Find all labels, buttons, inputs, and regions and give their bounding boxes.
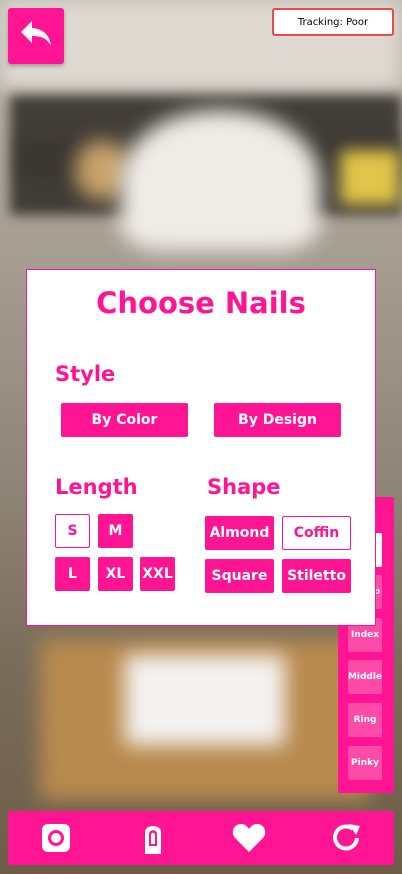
heart-icon[interactable] bbox=[229, 818, 269, 858]
bottom-toolbar bbox=[8, 811, 394, 865]
shape-coffin-button[interactable]: Coffin bbox=[282, 516, 351, 550]
length-l-button[interactable]: L bbox=[55, 557, 90, 591]
finger-middle-button[interactable]: Middle bbox=[348, 660, 382, 694]
tracking-status: Tracking: Poor bbox=[272, 8, 394, 36]
finger-ring-button[interactable]: Ring bbox=[348, 703, 382, 737]
length-s-button[interactable]: S bbox=[55, 514, 90, 548]
choose-nails-panel: Choose Nails Style By Color By Design Le… bbox=[26, 269, 376, 626]
back-button[interactable] bbox=[8, 8, 64, 64]
shape-stiletto-button[interactable]: Stiletto bbox=[282, 559, 351, 593]
length-m-button[interactable]: M bbox=[98, 514, 133, 548]
shape-square-button[interactable]: Square bbox=[205, 559, 274, 593]
shape-almond-button[interactable]: Almond bbox=[205, 516, 274, 550]
length-xxl-button[interactable]: XXL bbox=[140, 557, 175, 591]
finger-pinky-button[interactable]: Pinky bbox=[348, 746, 382, 780]
length-label: Length bbox=[55, 475, 138, 499]
by-color-button[interactable]: By Color bbox=[61, 403, 188, 437]
panel-title: Choose Nails bbox=[96, 286, 306, 320]
length-xl-button[interactable]: XL bbox=[98, 557, 133, 591]
style-label: Style bbox=[55, 362, 116, 386]
camera-icon[interactable] bbox=[36, 818, 76, 858]
by-design-button[interactable]: By Design bbox=[214, 403, 341, 437]
shape-label: Shape bbox=[207, 475, 281, 499]
nail-icon[interactable] bbox=[133, 818, 173, 858]
back-arrow-icon bbox=[19, 19, 53, 53]
refresh-icon[interactable] bbox=[326, 818, 366, 858]
